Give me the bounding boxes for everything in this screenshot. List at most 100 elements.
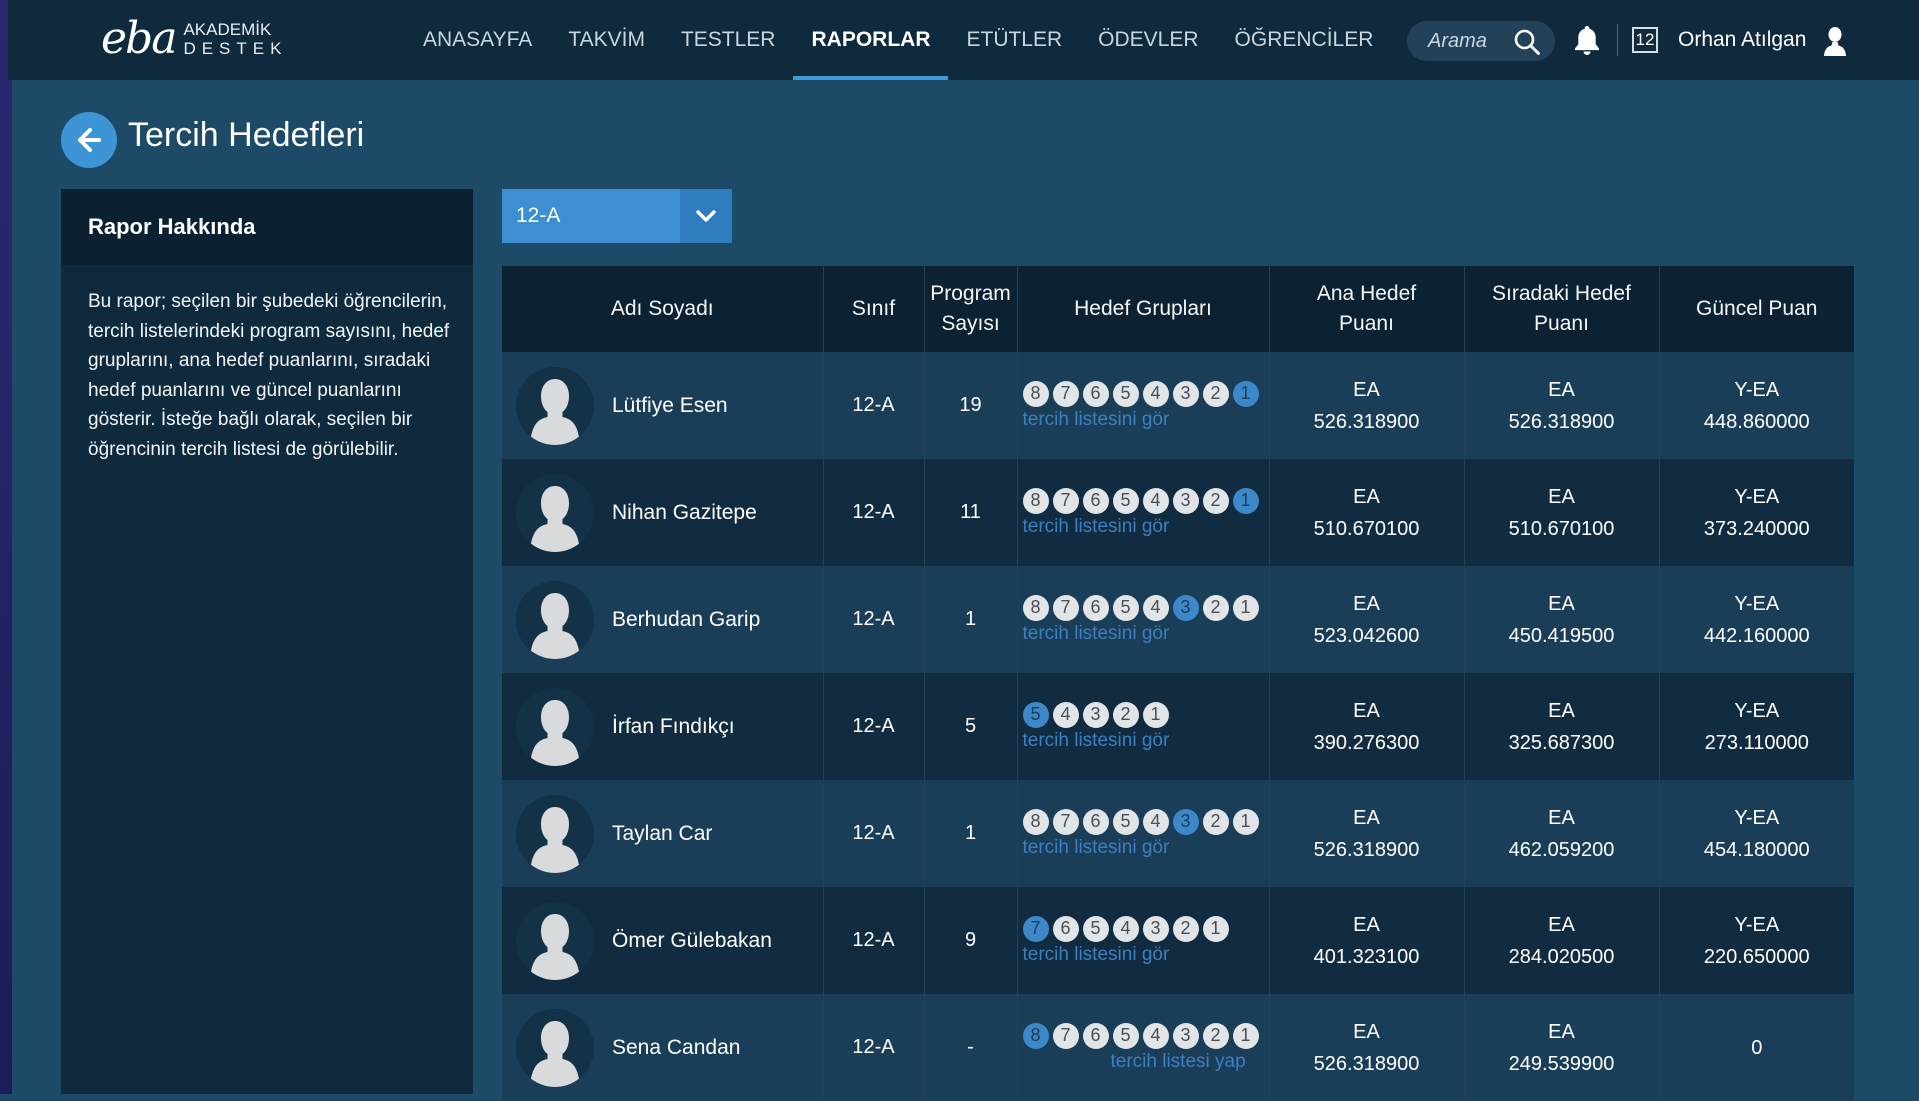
col-header-next-target[interactable]: Sıradaki Hedef Puanı (1464, 266, 1660, 352)
cell-current-score: Y-EA 442.160000 (1659, 566, 1854, 673)
cell-name: İrfan Fındıkçı (502, 673, 824, 780)
student-name[interactable]: Taylan Car (612, 822, 712, 846)
cell-current-score: 0 (1659, 994, 1854, 1101)
avatar (516, 687, 594, 766)
cell-main-target: EA 526.318900 (1269, 780, 1465, 887)
group-circle: 7 (1052, 808, 1079, 835)
cell-main-target: EA 526.318900 (1269, 352, 1465, 459)
col-header-program-count[interactable]: Program Sayısı (924, 266, 1018, 352)
preference-list-link[interactable]: tercih listesini gör (1023, 944, 1269, 966)
preference-list-link[interactable]: tercih listesini gör (1023, 623, 1269, 645)
logo[interactable]: eba AKADEMİK DESTEK (101, 17, 287, 61)
cell-current-score: Y-EA 448.860000 (1659, 352, 1854, 459)
cell-current-score: Y-EA 373.240000 (1659, 459, 1854, 566)
nav-item-4[interactable]: ETÜTLER (948, 0, 1080, 80)
cell-groups: 8 7 6 5 4 3 2 1 tercih listesini gör (1017, 459, 1270, 566)
bell-icon[interactable] (1573, 24, 1601, 61)
cell-groups: 8 7 6 5 4 3 2 1 tercih listesini gör (1017, 352, 1270, 459)
preference-list-link[interactable]: tercih listesini gör (1023, 516, 1269, 538)
logo-line2: DESTEK (183, 39, 288, 58)
target-table: Adı Soyadı Sınıf Program Sayısı Hedef Gru… (502, 266, 1854, 1101)
nav-item-5[interactable]: ÖDEVLER (1080, 0, 1216, 80)
preference-list-link[interactable]: tercih listesi yap (1023, 1051, 1269, 1073)
table-row[interactable]: Berhudan Garip 12-A 1 8 7 6 5 4 3 2 1 tercih listes… (502, 566, 1854, 673)
cell-class: 12-A (823, 459, 925, 566)
col-header-main-target[interactable]: Ana Hedef Puanı (1269, 266, 1465, 352)
cell-groups: 7 6 5 4 3 2 1 tercih listesini gör (1017, 887, 1270, 994)
group-circle: 3 (1142, 915, 1169, 942)
group-circle: 2 (1172, 915, 1199, 942)
table-row[interactable]: İrfan Fındıkçı 12-A 5 5 4 3 2 1 tercih listesini… (502, 673, 1854, 780)
cell-program-count: 5 (924, 673, 1018, 780)
group-circle: 2 (1202, 808, 1229, 835)
group-circle: 7 (1022, 915, 1049, 942)
group-circle: 8 (1022, 487, 1049, 514)
group-circle: 3 (1172, 808, 1199, 835)
grade-badge[interactable]: 12 (1632, 27, 1658, 53)
student-name[interactable]: Berhudan Garip (612, 608, 760, 632)
nav-item-2[interactable]: TESTLER (663, 0, 794, 80)
preference-list-link[interactable]: tercih listesini gör (1023, 730, 1269, 752)
preference-list-link[interactable]: tercih listesini gör (1023, 837, 1269, 859)
cell-name: Sena Candan (502, 994, 824, 1101)
nav-item-0[interactable]: ANASAYFA (405, 0, 550, 80)
student-name[interactable]: İrfan Fındıkçı (612, 715, 735, 739)
cell-next-target: EA 450.419500 (1464, 566, 1660, 673)
group-circle: 1 (1232, 808, 1259, 835)
group-circle: 2 (1202, 380, 1229, 407)
cell-current-score: Y-EA 220.650000 (1659, 887, 1854, 994)
nav-item-1[interactable]: TAKVİM (550, 0, 663, 80)
student-name[interactable]: Ömer Gülebakan (612, 929, 772, 953)
top-navbar: eba AKADEMİK DESTEK ANASAYFA TAKVİM TESTLE… (8, 0, 1919, 80)
cell-class: 12-A (823, 887, 925, 994)
arrow-left-icon (78, 128, 101, 152)
group-circle: 7 (1052, 487, 1079, 514)
cell-next-target: EA 249.539900 (1464, 994, 1660, 1101)
logo-mark: eba (101, 13, 177, 64)
table-row[interactable]: Nihan Gazitepe 12-A 11 8 7 6 5 4 3 2 1 tercih liste… (502, 459, 1854, 566)
group-circle: 8 (1022, 594, 1049, 621)
search-icon[interactable] (1513, 28, 1541, 61)
student-name[interactable]: Nihan Gazitepe (612, 501, 757, 525)
student-name[interactable]: Lütfiye Esen (612, 394, 728, 418)
student-name[interactable]: Sena Candan (612, 1036, 740, 1060)
main-nav: ANASAYFA TAKVİM TESTLER RAPORLAR ETÜTLER ÖDEV… (405, 0, 1391, 80)
cell-program-count: 11 (924, 459, 1018, 566)
col-header-current-score[interactable]: Güncel Puan (1659, 266, 1854, 352)
cell-class: 12-A (823, 994, 925, 1101)
group-circles: 54321 (1022, 701, 1269, 728)
cell-current-score: Y-EA 454.180000 (1659, 780, 1854, 887)
avatar (516, 580, 594, 659)
table-row[interactable]: Taylan Car 12-A 1 8 7 6 5 4 3 2 1 tercih listesini … (502, 780, 1854, 887)
group-circle: 3 (1172, 487, 1199, 514)
group-circles: 87654321 (1022, 594, 1269, 621)
col-header-class[interactable]: Sınıf (823, 266, 925, 352)
group-circle: 1 (1232, 1022, 1259, 1049)
col-header-name[interactable]: Adı Soyadı (502, 266, 824, 352)
nav-item-6[interactable]: ÖĞRENCİLER (1217, 0, 1392, 80)
table-row[interactable]: Ömer Gülebakan 12-A 9 7 6 5 4 3 2 1 tercih listesi… (502, 887, 1854, 994)
group-circles: 87654321 (1022, 808, 1269, 835)
table-row[interactable]: Lütfiye Esen 12-A 19 8 7 6 5 4 3 2 1 tercih listesi… (502, 352, 1854, 459)
class-select[interactable]: 12-A (502, 189, 732, 243)
group-circles: 87654321 (1022, 380, 1269, 407)
cell-class: 12-A (823, 780, 925, 887)
back-button[interactable] (61, 112, 117, 168)
group-circle: 6 (1082, 1022, 1109, 1049)
search-box[interactable]: Arama (1407, 21, 1555, 61)
group-circle: 7 (1052, 594, 1079, 621)
preference-list-link[interactable]: tercih listesini gör (1023, 409, 1269, 431)
group-circle: 6 (1082, 487, 1109, 514)
group-circle: 7 (1052, 1022, 1079, 1049)
chevron-down-icon[interactable] (680, 189, 732, 243)
group-circle: 8 (1022, 808, 1049, 835)
page-title: Tercih Hedefleri (128, 116, 365, 154)
avatar (516, 901, 594, 980)
user-icon[interactable] (1823, 26, 1847, 61)
user-name[interactable]: Orhan Atılgan (1678, 28, 1806, 52)
cell-main-target: EA 510.670100 (1269, 459, 1465, 566)
table-row[interactable]: Sena Candan 12-A -8 7 6 5 4 3 2 1 tercih listesi y… (502, 994, 1854, 1101)
nav-item-3[interactable]: RAPORLAR (793, 0, 949, 80)
col-header-groups[interactable]: Hedef Grupları (1017, 266, 1270, 352)
group-circle: 3 (1172, 594, 1199, 621)
